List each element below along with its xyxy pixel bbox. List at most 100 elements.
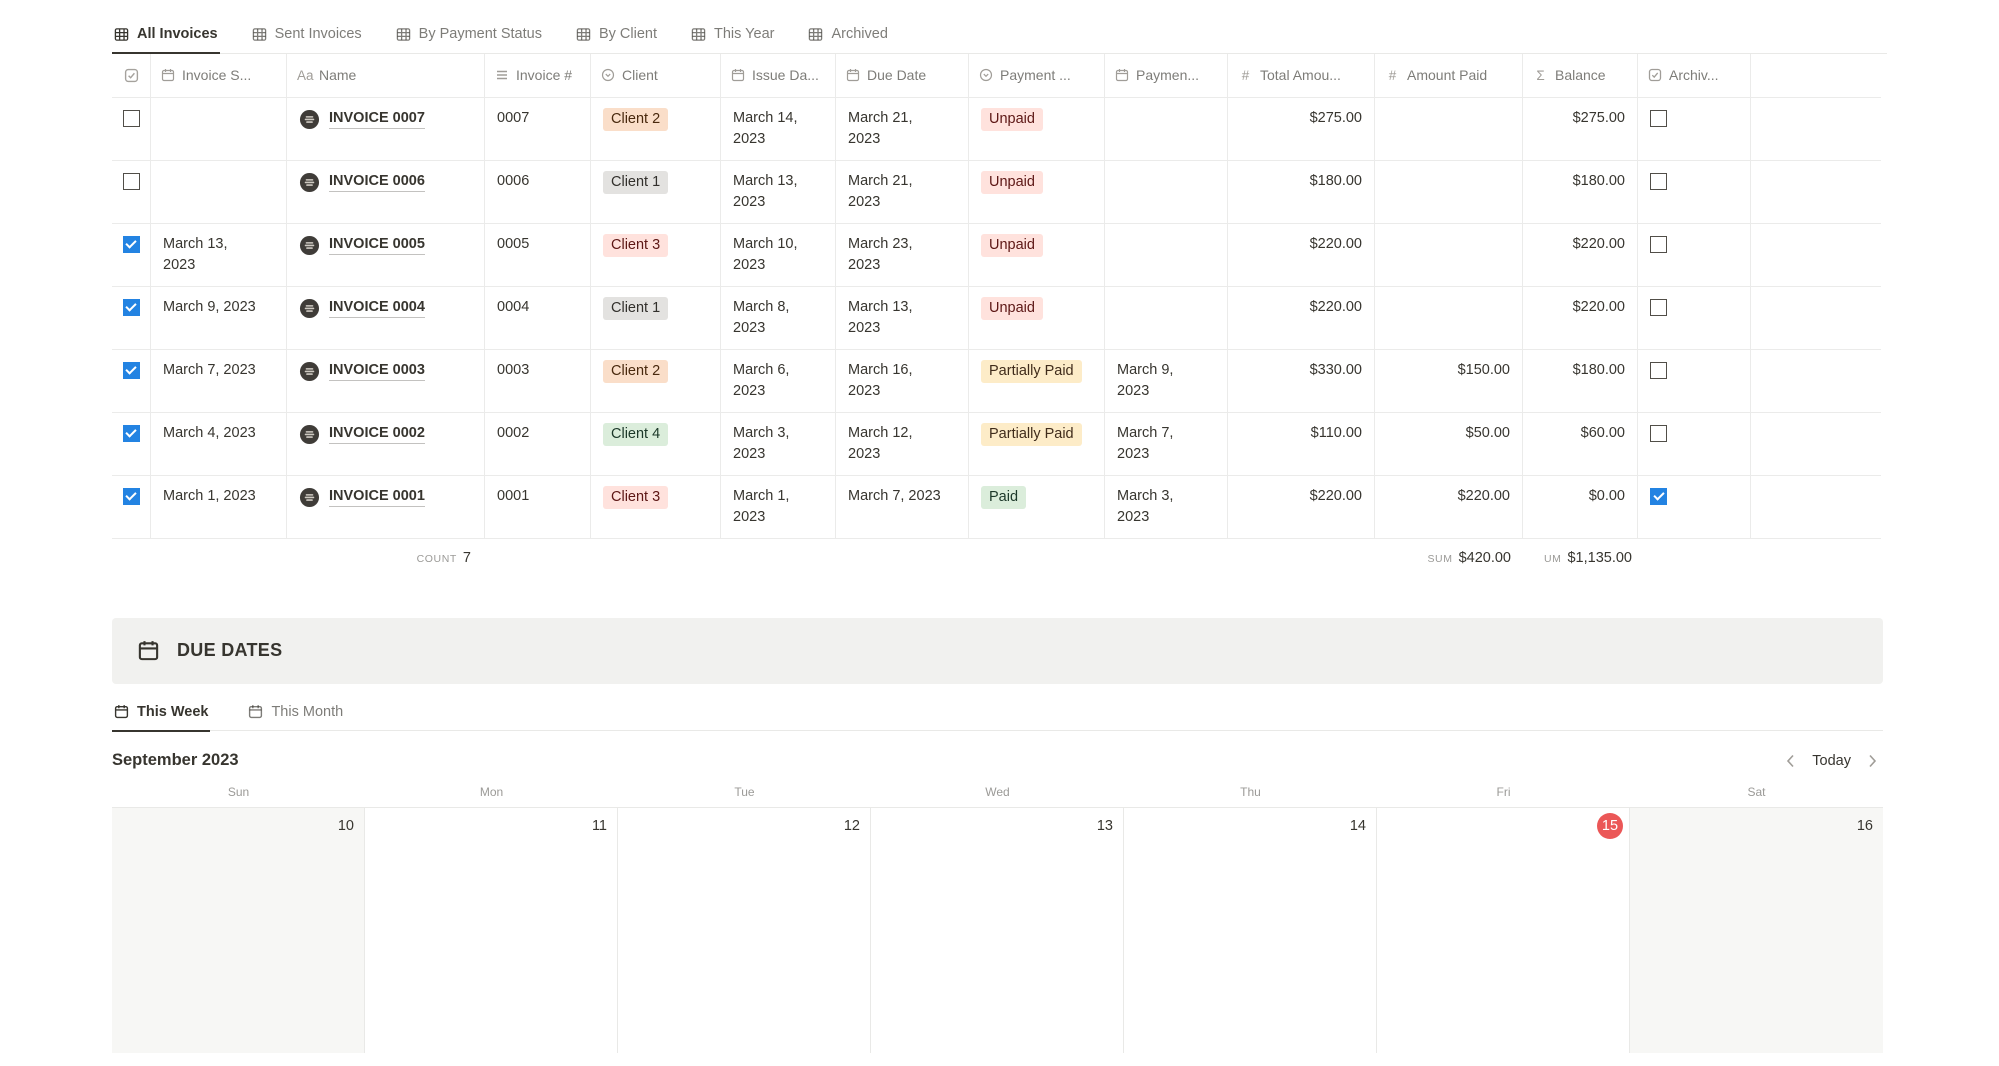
chevron-right-icon[interactable] bbox=[1868, 754, 1877, 768]
column-header-due-date[interactable]: Due Date bbox=[836, 54, 969, 97]
tab-all-invoices[interactable]: All Invoices bbox=[112, 18, 220, 54]
invoice-title-link[interactable]: INVOICE 0002 bbox=[329, 424, 425, 444]
tab-by-client[interactable]: By Client bbox=[574, 18, 659, 53]
row-checkbox[interactable] bbox=[123, 488, 140, 505]
cell-invoice-sent[interactable]: March 13, 2023 bbox=[151, 224, 287, 286]
cell-name[interactable]: INVOICE 0002 bbox=[287, 413, 485, 475]
column-header-client[interactable]: Client bbox=[591, 54, 721, 97]
archived-checkbox[interactable] bbox=[1650, 236, 1667, 253]
tab-this-month[interactable]: This Month bbox=[246, 696, 345, 731]
calendar-day-cell[interactable]: 10 bbox=[112, 808, 365, 1053]
cell-client[interactable]: Client 1 bbox=[591, 287, 721, 349]
cell-payment-status[interactable]: Unpaid bbox=[969, 98, 1105, 160]
cell-invoice-sent[interactable]: March 9, 2023 bbox=[151, 287, 287, 349]
cell-invoice-number[interactable]: 0007 bbox=[485, 98, 591, 160]
cell-due-date[interactable]: March 23, 2023 bbox=[836, 224, 969, 286]
calendar-day-cell[interactable]: 13 bbox=[871, 808, 1124, 1053]
invoice-title-link[interactable]: INVOICE 0003 bbox=[329, 361, 425, 381]
cell-issue-date[interactable]: March 1, 2023 bbox=[721, 476, 836, 538]
cell-invoice-sent[interactable]: March 1, 2023 bbox=[151, 476, 287, 538]
row-checkbox[interactable] bbox=[123, 173, 140, 190]
cell-amount-paid[interactable] bbox=[1375, 161, 1523, 223]
tab-this-year[interactable]: This Year bbox=[689, 18, 776, 53]
cell-issue-date[interactable]: March 13, 2023 bbox=[721, 161, 836, 223]
cell-invoice-number[interactable]: 0001 bbox=[485, 476, 591, 538]
cell-balance[interactable]: $0.00 bbox=[1523, 476, 1638, 538]
row-checkbox[interactable] bbox=[123, 362, 140, 379]
cell-payment-date[interactable]: March 3, 2023 bbox=[1105, 476, 1228, 538]
row-checkbox[interactable] bbox=[123, 425, 140, 442]
cell-due-date[interactable]: March 16, 2023 bbox=[836, 350, 969, 412]
column-header-payment-date[interactable]: Paymen... bbox=[1105, 54, 1228, 97]
cell-payment-date[interactable]: March 9, 2023 bbox=[1105, 350, 1228, 412]
cell-client[interactable]: Client 3 bbox=[591, 476, 721, 538]
today-button[interactable]: Today bbox=[1812, 753, 1851, 769]
cell-issue-date[interactable]: March 6, 2023 bbox=[721, 350, 836, 412]
cell-client[interactable]: Client 2 bbox=[591, 350, 721, 412]
archived-checkbox[interactable] bbox=[1650, 425, 1667, 442]
cell-total-amount[interactable]: $220.00 bbox=[1228, 224, 1375, 286]
cell-invoice-sent[interactable] bbox=[151, 98, 287, 160]
cell-invoice-sent[interactable]: March 4, 2023 bbox=[151, 413, 287, 475]
invoice-title-link[interactable]: INVOICE 0005 bbox=[329, 235, 425, 255]
cell-invoice-sent[interactable]: March 7, 2023 bbox=[151, 350, 287, 412]
calendar-day-cell[interactable]: 12 bbox=[618, 808, 871, 1053]
cell-issue-date[interactable]: March 8, 2023 bbox=[721, 287, 836, 349]
cell-invoice-number[interactable]: 0004 bbox=[485, 287, 591, 349]
archived-checkbox[interactable] bbox=[1650, 173, 1667, 190]
chevron-left-icon[interactable] bbox=[1786, 754, 1795, 768]
cell-payment-status[interactable]: Unpaid bbox=[969, 224, 1105, 286]
invoice-title-link[interactable]: INVOICE 0006 bbox=[329, 172, 425, 192]
cell-invoice-number[interactable]: 0005 bbox=[485, 224, 591, 286]
archived-checkbox[interactable] bbox=[1650, 299, 1667, 316]
archived-checkbox[interactable] bbox=[1650, 362, 1667, 379]
calendar-day-cell[interactable]: 15 bbox=[1377, 808, 1630, 1053]
cell-invoice-number[interactable]: 0006 bbox=[485, 161, 591, 223]
sum-amount-paid-aggregate[interactable]: SUM$420.00 bbox=[1375, 550, 1511, 566]
tab-archived[interactable]: Archived bbox=[806, 18, 889, 53]
cell-due-date[interactable]: March 21, 2023 bbox=[836, 98, 969, 160]
cell-invoice-sent[interactable] bbox=[151, 161, 287, 223]
calendar-day-cell[interactable]: 16 bbox=[1630, 808, 1883, 1053]
cell-amount-paid[interactable] bbox=[1375, 287, 1523, 349]
cell-issue-date[interactable]: March 14, 2023 bbox=[721, 98, 836, 160]
cell-payment-date[interactable]: March 7, 2023 bbox=[1105, 413, 1228, 475]
cell-due-date[interactable]: March 21, 2023 bbox=[836, 161, 969, 223]
column-header-invoice-number[interactable]: Invoice # bbox=[485, 54, 591, 97]
cell-name[interactable]: INVOICE 0001 bbox=[287, 476, 485, 538]
cell-due-date[interactable]: March 7, 2023 bbox=[836, 476, 969, 538]
column-header-invoice-sent[interactable]: Invoice S... bbox=[151, 54, 287, 97]
tab-this-week[interactable]: This Week bbox=[112, 696, 210, 732]
row-checkbox[interactable] bbox=[123, 110, 140, 127]
cell-invoice-number[interactable]: 0003 bbox=[485, 350, 591, 412]
cell-amount-paid[interactable]: $220.00 bbox=[1375, 476, 1523, 538]
tab-by-payment-status[interactable]: By Payment Status bbox=[394, 18, 544, 53]
cell-total-amount[interactable]: $220.00 bbox=[1228, 476, 1375, 538]
cell-name[interactable]: INVOICE 0006 bbox=[287, 161, 485, 223]
cell-name[interactable]: INVOICE 0003 bbox=[287, 350, 485, 412]
cell-due-date[interactable]: March 12, 2023 bbox=[836, 413, 969, 475]
cell-payment-status[interactable]: Partially Paid bbox=[969, 350, 1105, 412]
cell-payment-date[interactable] bbox=[1105, 161, 1228, 223]
cell-payment-date[interactable] bbox=[1105, 98, 1228, 160]
cell-total-amount[interactable]: $330.00 bbox=[1228, 350, 1375, 412]
column-header-issue-date[interactable]: Issue Da... bbox=[721, 54, 836, 97]
cell-client[interactable]: Client 1 bbox=[591, 161, 721, 223]
cell-client[interactable]: Client 3 bbox=[591, 224, 721, 286]
cell-balance[interactable]: $275.00 bbox=[1523, 98, 1638, 160]
cell-total-amount[interactable]: $220.00 bbox=[1228, 287, 1375, 349]
cell-name[interactable]: INVOICE 0005 bbox=[287, 224, 485, 286]
cell-total-amount[interactable]: $180.00 bbox=[1228, 161, 1375, 223]
cell-payment-date[interactable] bbox=[1105, 287, 1228, 349]
cell-name[interactable]: INVOICE 0007 bbox=[287, 98, 485, 160]
sum-balance-aggregate[interactable]: UM$1,135.00 bbox=[1523, 550, 1632, 566]
cell-client[interactable]: Client 2 bbox=[591, 98, 721, 160]
cell-balance[interactable]: $180.00 bbox=[1523, 161, 1638, 223]
cell-balance[interactable]: $60.00 bbox=[1523, 413, 1638, 475]
calendar-day-cell[interactable]: 14 bbox=[1124, 808, 1377, 1053]
select-all-header[interactable] bbox=[112, 54, 151, 97]
cell-balance[interactable]: $180.00 bbox=[1523, 350, 1638, 412]
calendar-day-cell[interactable]: 11 bbox=[365, 808, 618, 1053]
invoice-title-link[interactable]: INVOICE 0001 bbox=[329, 487, 425, 507]
cell-payment-date[interactable] bbox=[1105, 224, 1228, 286]
